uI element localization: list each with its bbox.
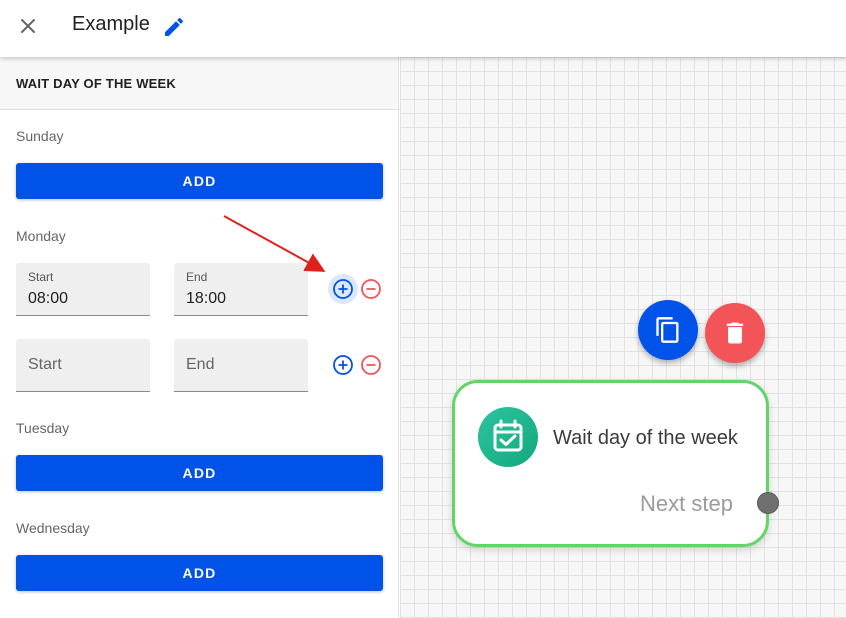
- page-title: Example: [72, 13, 150, 35]
- remove-range-button-2[interactable]: [360, 354, 382, 376]
- panel-header: WAIT DAY OF THE WEEK: [0, 57, 398, 110]
- monday-start-field[interactable]: Start 08:00: [16, 263, 150, 316]
- remove-range-button[interactable]: [360, 278, 382, 300]
- add-range-button-2[interactable]: [332, 354, 354, 376]
- calendar-check-icon: [478, 407, 538, 467]
- settings-panel: WAIT DAY OF THE WEEK Sunday ADD Monday S…: [0, 57, 399, 618]
- next-step-port[interactable]: [757, 492, 779, 514]
- end-field-value: 18:00: [186, 290, 227, 307]
- day-label-tuesday: Tuesday: [16, 420, 70, 436]
- monday-start-field-2[interactable]: Start: [16, 339, 150, 392]
- plus-circle-icon: [333, 355, 353, 375]
- close-icon[interactable]: [16, 14, 40, 38]
- minus-circle-icon: [361, 279, 381, 299]
- flow-node[interactable]: Wait day of the week Next step: [452, 380, 779, 547]
- add-tuesday-button[interactable]: ADD: [16, 455, 383, 491]
- copy-node-button[interactable]: [638, 300, 698, 360]
- start-field-label: Start: [28, 270, 54, 284]
- node-title: Wait day of the week: [553, 427, 738, 449]
- trash-icon: [726, 322, 744, 344]
- top-bar: Example: [0, 0, 846, 57]
- minus-circle-icon: [361, 355, 381, 375]
- start-field-value: 08:00: [28, 290, 69, 307]
- day-label-monday: Monday: [16, 228, 66, 244]
- monday-end-field-2[interactable]: End: [174, 339, 308, 392]
- delete-node-button[interactable]: [705, 303, 765, 363]
- add-range-button[interactable]: [328, 274, 358, 304]
- day-label-sunday: Sunday: [16, 128, 64, 144]
- day-label-wednesday: Wednesday: [16, 520, 90, 536]
- add-wednesday-button[interactable]: ADD: [16, 555, 383, 591]
- monday-end-field[interactable]: End 18:00: [174, 263, 308, 316]
- copy-icon: [656, 317, 679, 343]
- end-field-label: End: [186, 270, 208, 284]
- panel-title: WAIT DAY OF THE WEEK: [16, 76, 177, 91]
- end-placeholder: End: [186, 356, 215, 373]
- add-sunday-button[interactable]: ADD: [16, 163, 383, 199]
- next-step-label: Next step: [640, 491, 733, 516]
- plus-circle-icon: [333, 279, 353, 299]
- start-placeholder: Start: [28, 356, 62, 373]
- pencil-icon[interactable]: [162, 15, 186, 39]
